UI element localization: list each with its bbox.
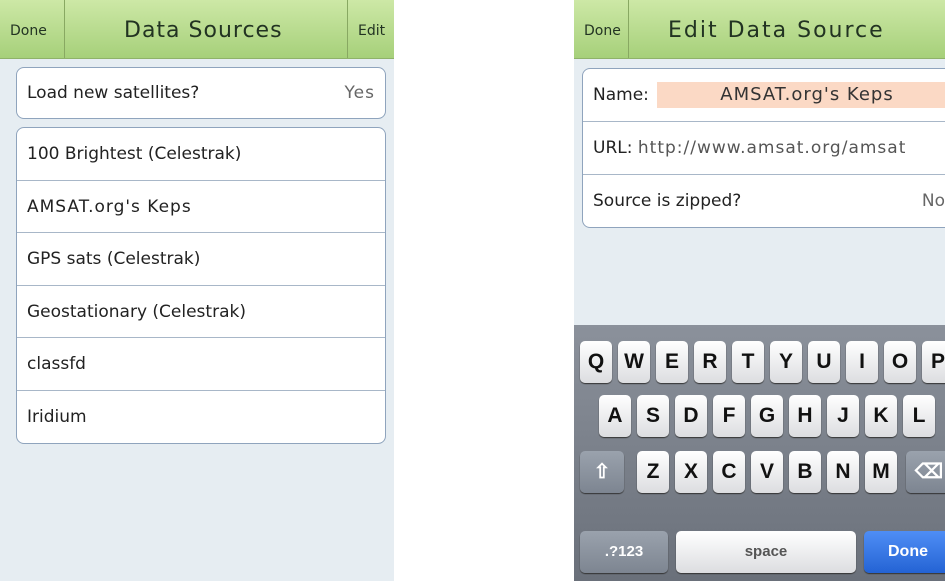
done-key[interactable]: Done [864,531,945,573]
zipped-row[interactable]: Source is zipped? No [583,175,945,227]
navigation-bar: Done Data Sources Edit [0,0,394,59]
url-value: http://www.amsat.org/amsat [637,138,907,158]
key-l[interactable]: L [903,395,935,437]
data-source-row[interactable]: classfd [17,338,385,391]
key-d[interactable]: D [675,395,707,437]
load-satellites-row[interactable]: Load new satellites? Yes [17,68,385,118]
edit-button[interactable]: Edit [350,0,393,58]
key-h[interactable]: H [789,395,821,437]
key-k[interactable]: K [865,395,897,437]
key-v[interactable]: V [751,451,783,493]
numbers-key[interactable]: .?123 [580,531,668,573]
key-n[interactable]: N [827,451,859,493]
load-satellites-group: Load new satellites? Yes [16,67,386,119]
key-b[interactable]: B [789,451,821,493]
data-sources-screen: Done Data Sources Edit Load new satellit… [0,0,394,581]
shift-arrow-icon: ⇧ [593,461,611,483]
edit-data-source-screen: Done Edit Data Source Name: AMSAT.org's … [574,0,945,581]
data-source-row[interactable]: GPS sats (Celestrak) [17,233,385,286]
shift-key[interactable]: ⇧ [580,451,624,493]
key-p[interactable]: P [922,341,945,383]
key-c[interactable]: C [713,451,745,493]
url-label: URL: [593,138,633,158]
nav-divider [628,0,629,58]
zipped-value: No [921,191,945,211]
key-s[interactable]: S [637,395,669,437]
key-q[interactable]: Q [580,341,612,383]
key-g[interactable]: G [751,395,783,437]
backspace-icon: ⌫ [914,461,944,483]
key-z[interactable]: Z [637,451,669,493]
key-f[interactable]: F [713,395,745,437]
data-source-row[interactable]: 100 Brightest (Celestrak) [17,128,385,181]
done-button[interactable]: Done [2,0,55,58]
data-source-row[interactable]: Iridium [17,391,385,444]
data-sources-list: 100 Brightest (Celestrak) AMSAT.org's Kep… [16,127,386,444]
key-x[interactable]: X [675,451,707,493]
data-source-row[interactable]: Geostationary (Celestrak) [17,286,385,338]
key-j[interactable]: J [827,395,859,437]
key-r[interactable]: R [694,341,726,383]
data-source-label: 100 Brightest (Celestrak) [27,144,242,164]
data-source-label: classfd [27,354,86,374]
data-source-label: Geostationary (Celestrak) [27,301,246,322]
url-row[interactable]: URL: http://www.amsat.org/amsat [583,122,945,175]
key-e[interactable]: E [656,341,688,383]
key-t[interactable]: T [732,341,764,383]
data-source-label: Iridium [27,406,87,427]
on-screen-keyboard: .?123 space Done QWERTYUIOP ASDFGHJKL ZXCV… [574,325,945,581]
page-title: Edit Data Source [668,18,885,43]
space-key[interactable]: space [676,531,856,573]
key-w[interactable]: W [618,341,650,383]
nav-divider [347,0,348,58]
nav-divider [64,0,65,58]
key-i[interactable]: I [846,341,878,383]
backspace-key[interactable]: ⌫ [906,451,945,493]
data-source-label: GPS sats (Celestrak) [27,249,201,269]
key-a[interactable]: A [599,395,631,437]
name-input[interactable]: AMSAT.org's Keps [657,82,945,108]
key-y[interactable]: Y [770,341,802,383]
key-m[interactable]: M [865,451,897,493]
name-row: Name: AMSAT.org's Keps [583,69,945,122]
data-source-row[interactable]: AMSAT.org's Keps [17,181,385,233]
zipped-label: Source is zipped? [593,191,742,211]
navigation-bar: Done Edit Data Source [574,0,945,59]
load-satellites-value: Yes [344,83,375,103]
source-details-group: Name: AMSAT.org's Keps URL: http://www.a… [582,68,945,228]
page-title: Data Sources [124,18,283,43]
done-button[interactable]: Done [576,0,629,58]
key-o[interactable]: O [884,341,916,383]
name-label: Name: [593,85,649,105]
data-source-label: AMSAT.org's Keps [27,196,192,217]
key-u[interactable]: U [808,341,840,383]
load-satellites-label: Load new satellites? [27,83,200,103]
